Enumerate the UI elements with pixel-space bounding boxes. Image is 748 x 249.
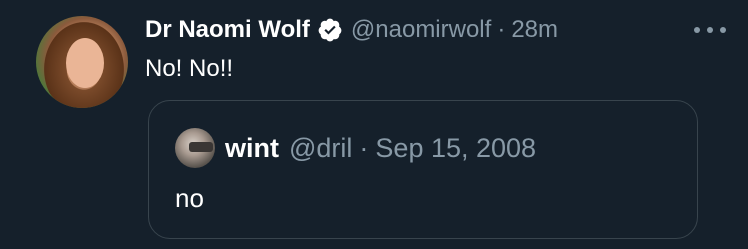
more-dot bbox=[707, 27, 713, 33]
display-name[interactable]: Dr Naomi Wolf bbox=[145, 16, 310, 44]
avatar-face bbox=[66, 38, 104, 88]
quoted-tweet-text: no bbox=[175, 183, 204, 213]
separator-dot: · bbox=[497, 16, 506, 43]
quoted-display-name: wint bbox=[225, 132, 279, 163]
more-options-icon[interactable] bbox=[694, 24, 726, 36]
verified-badge-icon bbox=[318, 18, 342, 42]
tweet-text: No! No!! bbox=[145, 55, 234, 82]
more-dot bbox=[694, 27, 700, 33]
more-dot bbox=[720, 27, 726, 33]
user-handle[interactable]: @naomirwolf bbox=[351, 16, 491, 44]
quoted-tweet[interactable]: wint @dril · Sep 15, 2008 no bbox=[148, 100, 698, 239]
avatar[interactable] bbox=[36, 16, 128, 108]
tweet-timestamp[interactable]: 28m bbox=[511, 16, 558, 44]
quoted-user-handle: @dril bbox=[289, 132, 353, 163]
quoted-avatar bbox=[175, 128, 215, 168]
separator-dot: · bbox=[359, 132, 369, 163]
tweet[interactable]: Dr Naomi Wolf @naomirwolf · 28m No! No!!… bbox=[0, 0, 748, 249]
tweet-header: Dr Naomi Wolf @naomirwolf · 28m bbox=[145, 13, 558, 47]
quoted-tweet-date: Sep 15, 2008 bbox=[375, 132, 537, 163]
quoted-tweet-header: wint @dril · Sep 15, 2008 bbox=[225, 130, 536, 166]
avatar-sunglasses bbox=[189, 142, 213, 152]
